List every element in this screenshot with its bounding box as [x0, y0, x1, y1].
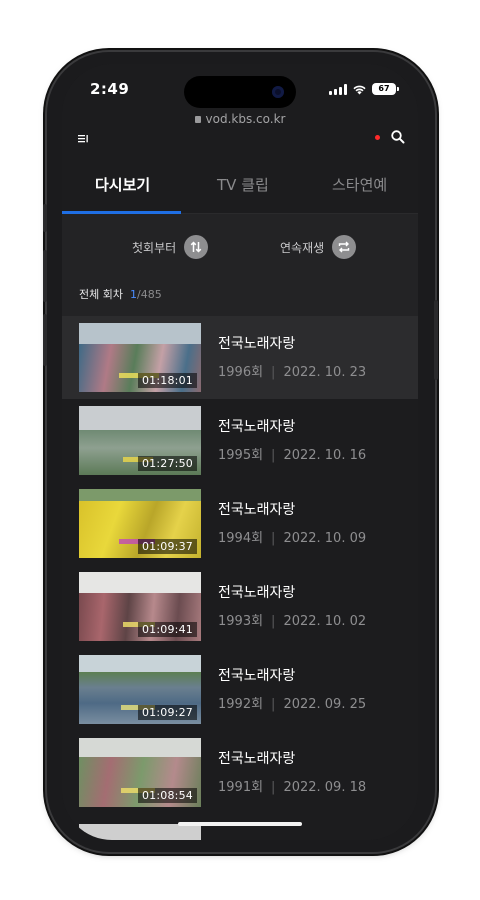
episode-item[interactable]: 01:27:50 전국노래자랑 1995회 | 2022. 10. 16: [62, 399, 418, 482]
episode-duration: 01:08:54: [137, 788, 197, 803]
home-indicator[interactable]: [178, 822, 302, 826]
episode-thumbnail: 01:09:37: [79, 489, 201, 558]
playback-controls: 첫회부터 연속재생: [62, 214, 418, 278]
episode-title: 전국노래자랑: [218, 751, 296, 767]
episode-title: 전국노래자랑: [218, 585, 296, 601]
battery-icon: 67: [372, 83, 399, 95]
tab-replay[interactable]: 다시보기: [95, 174, 150, 195]
episode-thumbnail: 01:08:54: [79, 738, 201, 807]
meta-separator: |: [271, 448, 276, 463]
episode-title: 전국노래자랑: [218, 502, 296, 518]
repeat-icon: [332, 235, 357, 259]
episode-count-total: /485: [136, 288, 162, 301]
episode-date: 2022. 09. 18: [283, 780, 367, 795]
episode-title: 전국노래자랑: [218, 419, 296, 435]
episode-duration: 01:09:27: [137, 705, 197, 720]
episode-item[interactable]: 01:09:41 전국노래자랑 1993회 | 2022. 10. 02: [62, 565, 418, 648]
continuous-play-button[interactable]: 연속재생: [280, 235, 357, 259]
episode-list: 01:18:01 전국노래자랑 1996회 | 2022. 10. 23 01:27…: [62, 316, 418, 814]
episode-number: 1991회: [218, 780, 264, 795]
episode-duration: 01:27:50: [137, 456, 197, 471]
search-icon[interactable]: [390, 129, 406, 145]
episode-date: 2022. 10. 02: [283, 614, 367, 629]
browser-address-bar[interactable]: vod.kbs.co.kr: [62, 108, 418, 124]
episode-count-current: 1: [129, 288, 137, 301]
status-icons: 67: [329, 82, 399, 96]
episode-item[interactable]: 01:09:27 전국노래자랑 1992회 | 2022. 09. 25: [62, 648, 418, 731]
status-time: 2:49: [90, 80, 130, 98]
meta-separator: |: [271, 531, 276, 546]
episode-number: 1996회: [218, 365, 264, 380]
tab-bar: 다시보기 TV 클립 스타연예: [62, 164, 418, 214]
tab-star-entertainment[interactable]: 스타연예: [332, 174, 387, 195]
episode-item[interactable]: 01:08:54 전국노래자랑 1991회 | 2022. 09. 18: [62, 731, 418, 814]
episode-thumbnail: 01:27:50: [79, 406, 201, 475]
lock-icon: [194, 116, 201, 123]
phone-screen: 2:49 67 vod.kbs.co.kr 다시보기 TV 클립 스타연예 첫회…: [62, 64, 418, 840]
episode-count-bar: 전체 회차 1/485: [62, 278, 418, 316]
wifi-icon: [353, 85, 366, 95]
url-text: vod.kbs.co.kr: [205, 112, 286, 124]
episode-number: 1994회: [218, 531, 264, 546]
episode-duration: 01:09:37: [137, 539, 197, 554]
tab-tv-clip[interactable]: TV 클립: [217, 174, 269, 195]
meta-separator: |: [271, 614, 276, 629]
sort-order-icon: [184, 235, 209, 259]
episode-number: 1992회: [218, 697, 264, 712]
meta-separator: |: [271, 365, 276, 380]
episode-item[interactable]: 01:09:37 전국노래자랑 1994회 | 2022. 10. 09: [62, 482, 418, 565]
volume-down-button: [43, 314, 47, 366]
continuous-play-label: 연속재생: [280, 240, 325, 255]
notification-dot: [375, 135, 380, 140]
episode-date: 2022. 10. 09: [283, 531, 367, 546]
episode-thumbnail: 01:09:41: [79, 572, 201, 641]
episode-thumbnail: 01:09:27: [79, 655, 201, 724]
episode-title: 전국노래자랑: [218, 668, 296, 684]
episode-thumbnail: 01:18:01: [79, 323, 201, 392]
episode-item[interactable]: 01:18:01 전국노래자랑 1996회 | 2022. 10. 23: [62, 316, 418, 399]
episode-count-label: 전체 회차: [79, 288, 123, 301]
episode-title: 전국노래자랑: [218, 336, 296, 352]
meta-separator: |: [271, 780, 276, 795]
camera-icon: [272, 86, 284, 98]
app-header: [62, 124, 418, 154]
dynamic-island: [184, 76, 296, 108]
meta-separator: |: [271, 697, 276, 712]
volume-up-button: [43, 250, 47, 302]
menu-icon[interactable]: [76, 130, 92, 146]
status-bar: 2:49 67: [62, 64, 418, 108]
episode-thumbnail-partial: [79, 824, 201, 840]
episode-duration: 01:18:01: [137, 373, 197, 388]
episode-number: 1995회: [218, 448, 264, 463]
from-first-button[interactable]: 첫회부터: [132, 235, 209, 259]
episode-date: 2022. 10. 23: [283, 365, 367, 380]
from-first-label: 첫회부터: [132, 240, 177, 255]
side-button: [43, 204, 47, 232]
cellular-signal-icon: [329, 83, 347, 95]
episode-duration: 01:09:41: [137, 622, 197, 637]
episode-date: 2022. 09. 25: [283, 697, 367, 712]
power-button: [434, 300, 438, 380]
episode-number: 1993회: [218, 614, 264, 629]
episode-date: 2022. 10. 16: [283, 448, 367, 463]
